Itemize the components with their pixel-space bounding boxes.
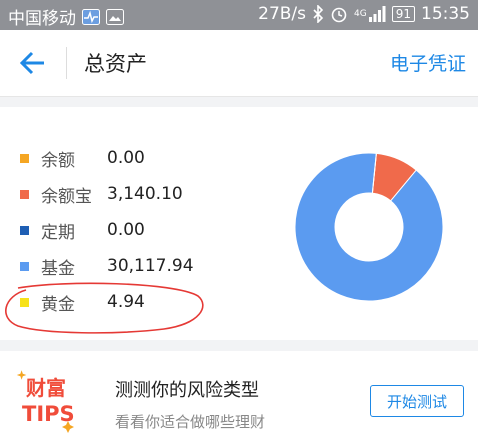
risk-test-card: 财富 TIPS 测测你的风险类型 看看你适合做哪些理财 开始测试 <box>0 351 478 445</box>
network-speed: 27B/s <box>258 4 307 24</box>
svg-text:TIPS: TIPS <box>22 402 75 426</box>
back-arrow-icon[interactable] <box>16 46 50 80</box>
carrier-label: 中国移动 <box>8 9 76 29</box>
svg-text:财富: 财富 <box>26 376 66 400</box>
assets-panel: 余额 0.00 余额宝 3,140.10 定期 0.00 基金 30,117.9… <box>0 107 478 340</box>
asset-value: 3,140.10 <box>107 184 183 204</box>
nav-bar: 总资产 电子凭证 <box>0 30 478 97</box>
asset-value: 4.94 <box>107 292 145 312</box>
asset-row-yuebao[interactable]: 余额宝 3,140.10 <box>20 179 183 209</box>
tips-subtitle: 看看你适合做哪些理财 <box>115 413 266 431</box>
start-test-button[interactable]: 开始测试 <box>370 385 464 417</box>
asset-value: 0.00 <box>107 148 145 168</box>
asset-row-fund[interactable]: 基金 30,117.94 <box>20 251 194 281</box>
legend-swatch <box>20 189 29 199</box>
donut-slice-3 <box>294 152 444 302</box>
asset-label: 余额 <box>41 150 75 171</box>
asset-label: 基金 <box>41 258 75 279</box>
tips-title: 测测你的风险类型 <box>115 380 259 401</box>
battery-icon: 91 <box>391 6 415 22</box>
asset-value: 0.00 <box>107 220 145 240</box>
asset-label: 余额宝 <box>41 186 92 207</box>
nav-divider <box>66 47 67 79</box>
legend-swatch <box>20 297 29 307</box>
page-title: 总资产 <box>84 52 147 76</box>
legend-swatch <box>20 225 29 235</box>
asset-donut-chart <box>294 152 444 302</box>
clock: 15:35 <box>421 4 470 24</box>
signal-icon: 4G <box>354 6 386 22</box>
network-type: 4G <box>354 9 367 19</box>
asset-row-balance[interactable]: 余额 0.00 <box>20 143 145 173</box>
asset-row-fixed[interactable]: 定期 0.00 <box>20 215 145 245</box>
e-voucher-link[interactable]: 电子凭证 <box>390 49 466 76</box>
alarm-icon <box>330 5 348 23</box>
heart-monitor-icon <box>82 8 100 25</box>
asset-label: 定期 <box>41 222 75 243</box>
wealth-tips-logo: 财富 TIPS <box>16 369 88 435</box>
asset-label: 黄金 <box>41 294 75 315</box>
image-icon <box>106 8 124 25</box>
bluetooth-icon <box>312 5 324 23</box>
status-bar: 中国移动 27B/s 4G 91 15:35 <box>0 0 478 30</box>
asset-value: 30,117.94 <box>107 256 194 276</box>
legend-swatch <box>20 261 29 271</box>
asset-row-gold[interactable]: 黄金 4.94 <box>20 287 145 317</box>
legend-swatch <box>20 153 29 163</box>
